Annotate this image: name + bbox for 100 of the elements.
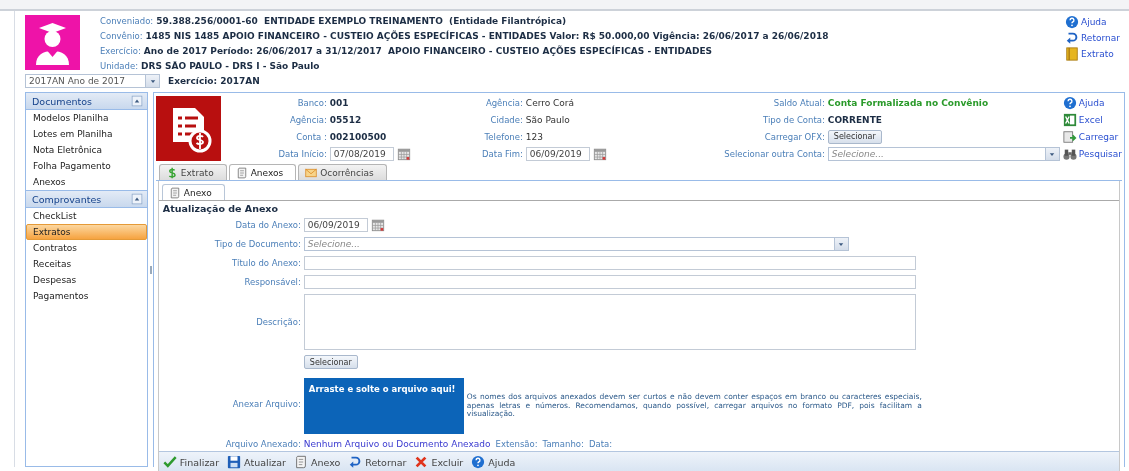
toolbar-button[interactable]: Retornar bbox=[348, 455, 407, 469]
document-type-select[interactable]: Selecione... bbox=[303, 237, 849, 251]
collapse-icon bbox=[131, 95, 144, 107]
envelope-icon bbox=[305, 166, 318, 179]
sidebar-item[interactable]: Lotes em Planilha bbox=[26, 126, 148, 142]
action-link[interactable]: Pesquisar bbox=[1062, 146, 1122, 161]
select-file-button[interactable]: Selecionar bbox=[303, 355, 358, 369]
field-label: Saldo Atual: bbox=[772, 97, 825, 108]
book-icon bbox=[1065, 47, 1079, 61]
sidebar-header[interactable]: Comprovantes bbox=[26, 190, 148, 208]
field-value: 001 bbox=[329, 97, 349, 108]
toolbar-button[interactable]: Atualizar bbox=[227, 455, 286, 469]
field-value: 123 bbox=[525, 131, 544, 142]
header-link[interactable]: Retornar bbox=[1065, 31, 1125, 45]
field-label: Tipo de Conta: bbox=[762, 114, 825, 125]
return-arrow-icon bbox=[1065, 31, 1079, 45]
return-arrow-icon bbox=[348, 455, 363, 469]
field-label: Extensão: bbox=[495, 439, 538, 449]
tab[interactable]: Anexos bbox=[228, 164, 297, 180]
field-label: Agência: bbox=[484, 97, 523, 108]
input-field[interactable] bbox=[303, 256, 916, 270]
calendar-icon bbox=[396, 146, 411, 161]
field-label: Banco: bbox=[296, 97, 327, 108]
header-label: Conveniado: bbox=[100, 16, 154, 26]
header-value: DRS SÃO PAULO - DRS I - São Paulo bbox=[141, 61, 320, 71]
check-icon bbox=[162, 455, 177, 469]
field-label: Data do Anexo: bbox=[234, 220, 301, 230]
sidebar-item[interactable]: Pagamentos bbox=[26, 288, 148, 304]
save-icon bbox=[227, 455, 242, 469]
help-icon bbox=[1062, 95, 1077, 110]
sidebar-item[interactable]: Despesas bbox=[26, 272, 148, 288]
date-field[interactable]: 06/09/2019 bbox=[525, 146, 590, 161]
help-icon bbox=[471, 455, 486, 469]
field-label: Data Início: bbox=[277, 148, 327, 159]
field-label: Tamanho: bbox=[542, 439, 584, 449]
field-value: 002100500 bbox=[329, 131, 387, 142]
header-link[interactable]: Ajuda bbox=[1065, 15, 1125, 29]
delete-icon bbox=[414, 455, 429, 469]
input-field[interactable] bbox=[303, 275, 916, 289]
calendar-icon bbox=[592, 146, 607, 161]
splitter-handle[interactable] bbox=[149, 265, 152, 274]
spreadsheet-icon bbox=[1062, 112, 1077, 127]
header-value: Ano de 2017 Período: 26/06/2017 a 31/12/2017 APOIO FINANCEIRO - CUSTEIO AÇÕES ESPECÍFICAS - ENTIDADES bbox=[143, 46, 713, 56]
status-value: Conta Formalizada no Convênio bbox=[827, 97, 989, 108]
sidebar-item[interactable]: Nota Eletrônica bbox=[26, 142, 148, 158]
collapse-icon bbox=[131, 193, 144, 205]
field-label: Data Fim: bbox=[481, 148, 523, 159]
document-icon bbox=[168, 186, 181, 199]
toolbar-button[interactable]: Finalizar bbox=[162, 455, 220, 469]
account-select[interactable]: Selecione... bbox=[827, 146, 1060, 161]
year-select[interactable]: 2017AN Ano de 2017 bbox=[25, 74, 160, 88]
sidebar-item[interactable]: Anexos bbox=[26, 174, 148, 190]
header-link[interactable]: Extrato bbox=[1065, 47, 1125, 61]
attachment-link[interactable]: Nenhum Arquivo ou Documento Anexado bbox=[303, 439, 491, 449]
field-value: São Paulo bbox=[525, 114, 570, 125]
field-value: Cerro Corá bbox=[525, 97, 575, 108]
header-label: Exercício: bbox=[100, 46, 141, 56]
tab[interactable]: Extrato bbox=[158, 164, 227, 180]
field-label: Descrição: bbox=[255, 317, 301, 327]
calendar-icon bbox=[370, 218, 385, 232]
field-value: CORRENTE bbox=[827, 114, 882, 125]
field-label: Tipo de Documento: bbox=[213, 239, 301, 249]
upload-icon bbox=[1062, 129, 1077, 144]
description-field[interactable] bbox=[303, 294, 916, 350]
header-label: Unidade: bbox=[100, 61, 139, 71]
toolbar-button[interactable]: Anexo bbox=[294, 455, 341, 469]
action-link[interactable]: Excel bbox=[1062, 112, 1122, 127]
toolbar-button[interactable]: Ajuda bbox=[471, 455, 516, 469]
header-value: 1485 NIS 1485 APOIO FINANCEIRO - CUSTEIO AÇÕES ESPECÍFICAS - ENTIDADES Valor: R$ 50.000,00 Vigência: 26/06/2017 a 26/06/2018 bbox=[145, 31, 829, 41]
tab[interactable]: Ocorrências bbox=[298, 164, 387, 180]
sidebar-item[interactable]: Modelos Planilha bbox=[26, 110, 148, 126]
exercise-label: Exercício: 2017AN bbox=[168, 76, 260, 86]
form-title: Atualização de Anexo bbox=[162, 203, 279, 214]
date-field[interactable]: 07/08/2019 bbox=[329, 146, 394, 161]
field-label: Agência: bbox=[288, 114, 327, 125]
help-icon bbox=[1065, 15, 1079, 29]
field-label: Carregar OFX: bbox=[763, 131, 825, 142]
sidebar-item[interactable]: CheckList bbox=[26, 208, 148, 224]
header-value: 59.388.256/0001-60 ENTIDADE EXEMPLO TREINAMENTO (Entidade Filantrópica) bbox=[156, 16, 567, 26]
field-label: Conta : bbox=[295, 131, 327, 142]
action-link[interactable]: Ajuda bbox=[1062, 95, 1122, 110]
field-label: Título do Anexo: bbox=[230, 258, 301, 268]
action-link[interactable]: Carregar bbox=[1062, 129, 1122, 144]
field-label: Data: bbox=[588, 439, 613, 449]
tab[interactable]: Anexo bbox=[161, 184, 225, 200]
field-label: Telefone: bbox=[483, 131, 523, 142]
field-label: Cidade: bbox=[489, 114, 523, 125]
invoice-dollar-icon bbox=[155, 95, 221, 161]
sidebar-item[interactable]: Receitas bbox=[26, 256, 148, 272]
document-icon bbox=[294, 455, 308, 469]
date-field[interactable]: 06/09/2019 bbox=[303, 218, 368, 232]
sidebar-item[interactable]: Folha Pagamento bbox=[26, 158, 148, 174]
toolbar-button[interactable]: Excluir bbox=[414, 455, 464, 469]
sidebar-item[interactable]: Extratos bbox=[26, 224, 148, 240]
sidebar-item[interactable]: Contratos bbox=[26, 240, 148, 256]
field-label: Selecionar outra Conta: bbox=[723, 148, 825, 159]
sidebar-header[interactable]: Documentos bbox=[26, 93, 148, 110]
file-drop-zone[interactable]: Arraste e solte o arquivo aqui! bbox=[303, 378, 464, 434]
field-value: 05512 bbox=[329, 114, 362, 125]
select-file-button[interactable]: Selecionar bbox=[827, 129, 882, 144]
